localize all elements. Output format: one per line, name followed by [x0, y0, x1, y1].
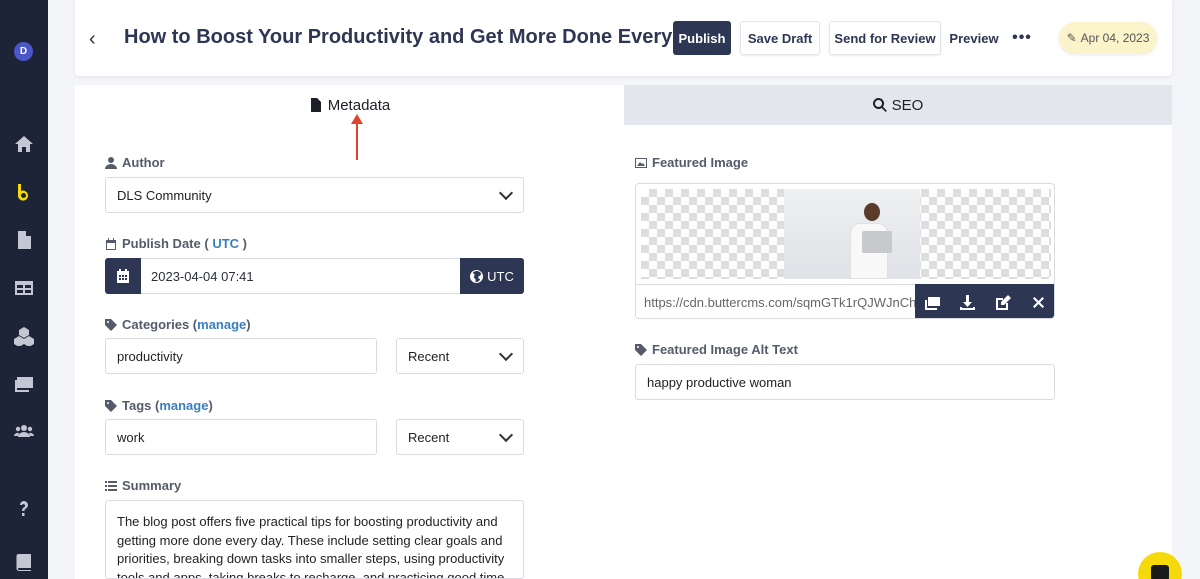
calendar-icon [106, 237, 116, 250]
image-icon [635, 157, 647, 168]
publish-date-group: 2023-04-04 07:41 UTC [105, 258, 524, 294]
components-icon[interactable] [13, 325, 35, 347]
featured-image-box: https://cdn.buttercms.com/sqmGTk1rQJWJnC… [635, 183, 1055, 319]
tags-input[interactable]: work [105, 419, 377, 455]
media-icon[interactable] [13, 373, 35, 395]
chevron-down-icon [498, 185, 514, 200]
publish-date-input[interactable]: 2023-04-04 07:41 [141, 258, 460, 294]
alt-text-input[interactable]: happy productive woman [635, 364, 1055, 400]
list-icon [105, 480, 117, 491]
sidebar: D [0, 0, 48, 579]
back-chevron-icon[interactable]: ‹ [89, 28, 96, 51]
tags-manage-link[interactable]: manage [159, 398, 208, 413]
calendar-icon [117, 269, 129, 283]
alt-text-label: Featured Image Alt Text [635, 342, 798, 357]
categories-manage-link[interactable]: manage [197, 317, 246, 332]
summary-label: Summary [105, 478, 181, 493]
document-icon[interactable] [13, 229, 35, 251]
help-icon[interactable] [13, 498, 35, 520]
page-title: How to Boost Your Productivity and Get M… [124, 26, 673, 48]
chevron-down-icon [498, 346, 514, 361]
pencil-icon: ✎ [1066, 31, 1077, 45]
publish-date-text: Apr 04, 2023 [1080, 31, 1150, 45]
search-icon [872, 98, 887, 112]
image-preview[interactable] [641, 189, 1051, 279]
publish-date-badge[interactable]: ✎ Apr 04, 2023 [1059, 22, 1157, 54]
utc-link[interactable]: UTC [212, 236, 239, 251]
publish-date-label: Publish Date ( UTC ) [105, 236, 247, 251]
tags-sort-select[interactable]: Recent [396, 419, 524, 455]
user-icon [105, 156, 117, 169]
annotation-arrow [351, 114, 363, 160]
image-actions [915, 284, 1054, 318]
avatar[interactable]: D [14, 42, 33, 61]
timezone-button[interactable]: UTC [460, 258, 524, 294]
home-icon[interactable] [13, 133, 35, 155]
categories-input[interactable]: productivity [105, 338, 377, 374]
tab-metadata-label: Metadata [327, 96, 391, 114]
file-icon [310, 98, 321, 112]
close-icon[interactable] [1031, 295, 1046, 310]
preview-button[interactable]: Preview [947, 21, 1001, 55]
image-url-input[interactable]: https://cdn.buttercms.com/sqmGTk1rQJWJnC… [636, 284, 915, 318]
globe-icon [470, 269, 484, 283]
tag-icon [635, 343, 647, 356]
categories-label: Categories (manage) [105, 317, 251, 332]
image-url-row: https://cdn.buttercms.com/sqmGTk1rQJWJnC… [636, 284, 1054, 318]
publish-button[interactable]: Publish [673, 21, 731, 55]
edit-icon[interactable] [995, 294, 1011, 310]
tab-seo[interactable]: SEO [624, 85, 1172, 125]
tab-seo-label: SEO [891, 96, 924, 114]
author-select[interactable]: DLS Community [105, 177, 524, 213]
tags-label: Tags (manage) [105, 398, 213, 413]
calendar-button[interactable] [105, 258, 141, 294]
download-icon[interactable] [960, 294, 976, 310]
save-draft-button[interactable]: Save Draft [740, 21, 820, 55]
table-icon[interactable] [13, 277, 35, 299]
author-label: Author [105, 155, 165, 170]
more-options-button[interactable]: ••• [1009, 21, 1035, 55]
categories-sort-select[interactable]: Recent [396, 338, 524, 374]
editor-header: ‹ How to Boost Your Productivity and Get… [75, 0, 1172, 76]
tag-icon [105, 399, 117, 412]
send-for-review-button[interactable]: Send for Review [829, 21, 941, 55]
featured-photo [784, 189, 920, 279]
featured-image-label: Featured Image [635, 155, 748, 170]
gallery-icon[interactable] [925, 295, 941, 310]
chat-icon [1151, 565, 1169, 579]
users-icon[interactable] [13, 420, 35, 442]
chevron-down-icon [498, 427, 514, 442]
tag-icon [105, 318, 117, 331]
tab-metadata[interactable]: Metadata [75, 85, 624, 125]
summary-textarea[interactable]: The blog post offers five practical tips… [105, 500, 524, 579]
book-icon[interactable] [13, 551, 35, 573]
butter-logo-icon[interactable] [13, 181, 35, 203]
